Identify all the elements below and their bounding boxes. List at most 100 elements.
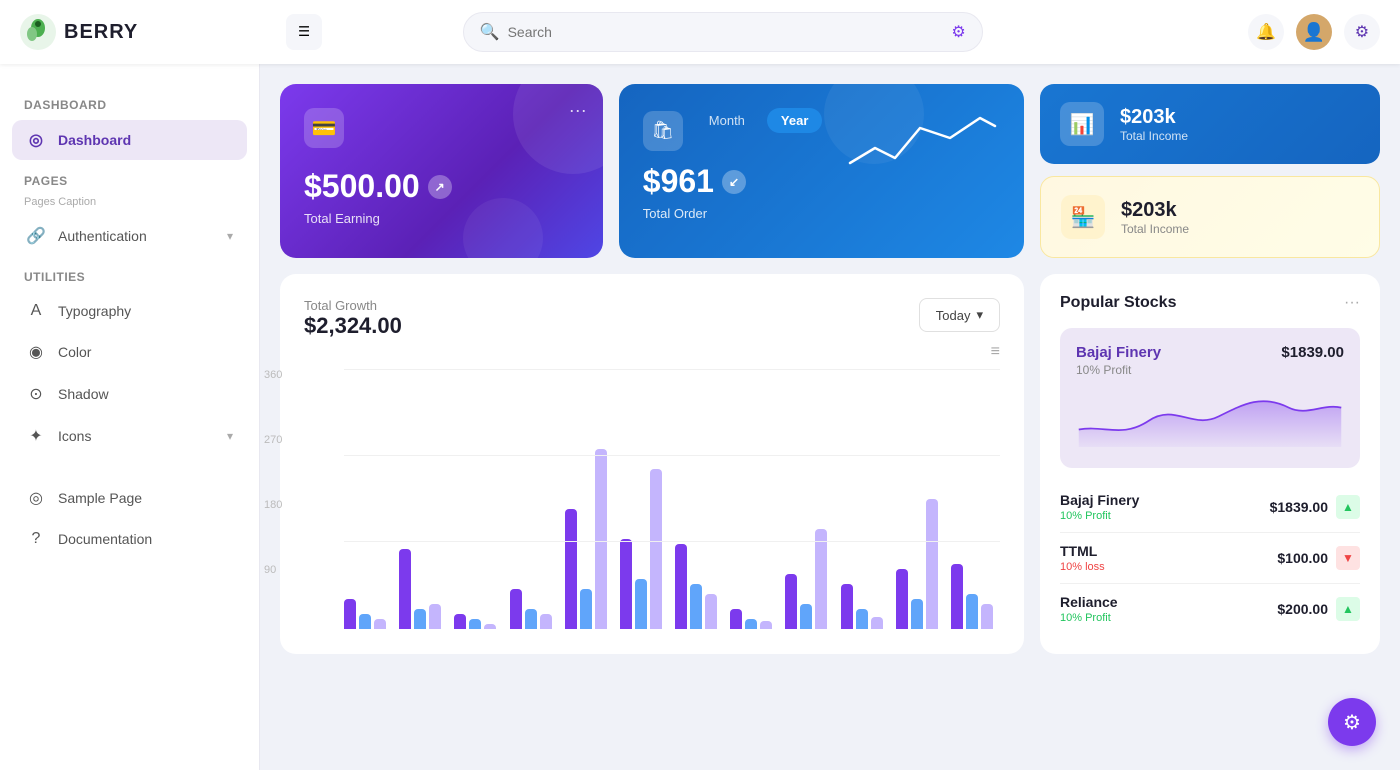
sidebar-item-sample[interactable]: ◎ Sample Page	[12, 478, 247, 518]
bar-lavender	[871, 617, 883, 629]
bar-purple	[344, 599, 356, 629]
bar-blue	[469, 619, 481, 629]
bar-blue	[745, 619, 757, 629]
stock-1-sub: 10% Profit	[1060, 510, 1139, 522]
settings-button[interactable]: ⚙	[1344, 14, 1380, 50]
stock-2-name: TTML	[1060, 543, 1105, 559]
sidebar-item-docs[interactable]: ? Documentation	[12, 520, 247, 558]
bar-group-11	[896, 499, 945, 629]
stocks-header: Popular Stocks ···	[1060, 294, 1360, 312]
bar-purple	[399, 549, 411, 629]
earning-card-icon: 💳	[304, 108, 344, 148]
toggle-row: Month Year	[695, 108, 823, 133]
stock-2-badge: ▼	[1336, 546, 1360, 570]
bar-purple	[620, 539, 632, 629]
top-cards-row: 💳 ··· $500.00 ↗ Total Earning 🛍	[280, 84, 1380, 258]
chart-menu-icon[interactable]: ≡	[304, 343, 1000, 361]
sidebar-item-typography[interactable]: A Typography	[12, 292, 247, 330]
stock-1-badge: ▲	[1336, 495, 1360, 519]
sidebar-item-sample-label: Sample Page	[58, 490, 142, 506]
icons-chevron-icon: ▾	[227, 429, 233, 443]
bar-purple	[675, 544, 687, 629]
stock-2-sub: 10% loss	[1060, 561, 1105, 573]
stock-1-name: Bajaj Finery	[1060, 492, 1139, 508]
logo-icon	[20, 14, 56, 50]
bar-lavender	[595, 449, 607, 629]
auth-chevron-icon: ▾	[227, 229, 233, 243]
bar-purple	[510, 589, 522, 629]
featured-stock-header: Bajaj Finery 10% Profit $1839.00	[1076, 344, 1344, 377]
fab-button[interactable]: ⚙	[1328, 698, 1376, 746]
header: BERRY ☰ 🔍 ⚙ 🔔 👤 ⚙	[0, 0, 1400, 64]
dropdown-icon: ▾	[976, 307, 983, 323]
sidebar-item-color[interactable]: ◉ Color	[12, 332, 247, 372]
bar-purple	[565, 509, 577, 629]
order-label: Total Order	[643, 206, 823, 221]
bar-purple	[454, 614, 466, 629]
sidebar-item-docs-label: Documentation	[58, 531, 152, 547]
logo-text: BERRY	[64, 21, 138, 44]
income-yellow-info: $203k Total Income	[1121, 199, 1189, 236]
order-chart-area	[822, 108, 1000, 178]
sidebar-item-icons[interactable]: ✦ Icons ▾	[12, 416, 247, 456]
bar-group-6	[620, 469, 669, 629]
right-cards: 📊 $203k Total Income 🏪 $203k Total Incom…	[1040, 84, 1380, 258]
sidebar-item-shadow-label: Shadow	[58, 386, 109, 402]
earning-trend-icon: ↗	[428, 175, 452, 199]
today-button[interactable]: Today ▾	[919, 298, 1000, 332]
stock-list-item-3: Reliance 10% Profit $200.00 ▲	[1060, 584, 1360, 634]
stock-3-badge: ▲	[1336, 597, 1360, 621]
stock-2-right: $100.00 ▼	[1277, 546, 1360, 570]
bar-purple	[841, 584, 853, 629]
featured-stock-profit: 10% Profit	[1076, 363, 1161, 377]
bar-group-12	[951, 564, 1000, 629]
income-yellow-label: Total Income	[1121, 222, 1189, 236]
stock-3-name: Reliance	[1060, 594, 1118, 610]
earning-card-menu[interactable]: ···	[569, 100, 587, 121]
order-card-content: 🛍 Month Year $961 ↙ Total Order	[643, 108, 1000, 221]
stocks-menu-icon[interactable]: ···	[1344, 294, 1360, 312]
bars-area	[344, 369, 1000, 629]
bar-group-9	[785, 529, 834, 629]
bar-lavender	[374, 619, 386, 629]
income-card-blue: 📊 $203k Total Income	[1040, 84, 1380, 164]
avatar[interactable]: 👤	[1296, 14, 1332, 50]
icons-icon: ✦	[26, 426, 46, 446]
logo-area: BERRY	[20, 14, 270, 50]
chart-card: Total Growth $2,324.00 Today ▾ ≡ 360 270…	[280, 274, 1024, 654]
notification-button[interactable]: 🔔	[1248, 14, 1284, 50]
sidebar: Dashboard ◎ Dashboard Pages Pages Captio…	[0, 64, 260, 770]
income-blue-label: Total Income	[1120, 129, 1188, 143]
bar-blue	[856, 609, 868, 629]
filter-icon[interactable]: ⚙	[951, 22, 965, 42]
bar-group-7	[675, 544, 724, 629]
bar-lavender	[429, 604, 441, 629]
income-blue-amount: $203k	[1120, 106, 1188, 129]
month-toggle[interactable]: Month	[695, 108, 759, 133]
dashboard-icon: ◎	[26, 130, 46, 150]
stocks-title: Popular Stocks	[1060, 294, 1176, 312]
stock-1-price: $1839.00	[1270, 499, 1328, 515]
bar-purple	[785, 574, 797, 629]
sidebar-item-dashboard[interactable]: ◎ Dashboard	[12, 120, 247, 160]
sidebar-item-auth-label: Authentication	[58, 228, 147, 244]
stock-3-price: $200.00	[1277, 601, 1328, 617]
sidebar-item-authentication[interactable]: 🔗 Authentication ▾	[12, 216, 247, 256]
search-icon: 🔍	[480, 22, 500, 42]
bar-purple	[730, 609, 742, 629]
today-label: Today	[936, 308, 971, 323]
income-blue-info: $203k Total Income	[1120, 106, 1188, 143]
year-toggle[interactable]: Year	[767, 108, 822, 133]
bar-blue	[800, 604, 812, 629]
stock-item-3-info: Reliance 10% Profit	[1060, 594, 1118, 624]
shadow-icon: ⊙	[26, 384, 46, 404]
search-input[interactable]	[508, 24, 944, 40]
header-right: 🔔 👤 ⚙	[1248, 14, 1380, 50]
bar-group-2	[399, 549, 448, 629]
bar-group-10	[841, 584, 890, 629]
menu-button[interactable]: ☰	[286, 14, 322, 50]
order-card: 🛍 Month Year $961 ↙ Total Order	[619, 84, 1024, 258]
sidebar-item-shadow[interactable]: ⊙ Shadow	[12, 374, 247, 414]
stock-3-right: $200.00 ▲	[1277, 597, 1360, 621]
earning-amount: $500.00 ↗	[304, 168, 579, 205]
